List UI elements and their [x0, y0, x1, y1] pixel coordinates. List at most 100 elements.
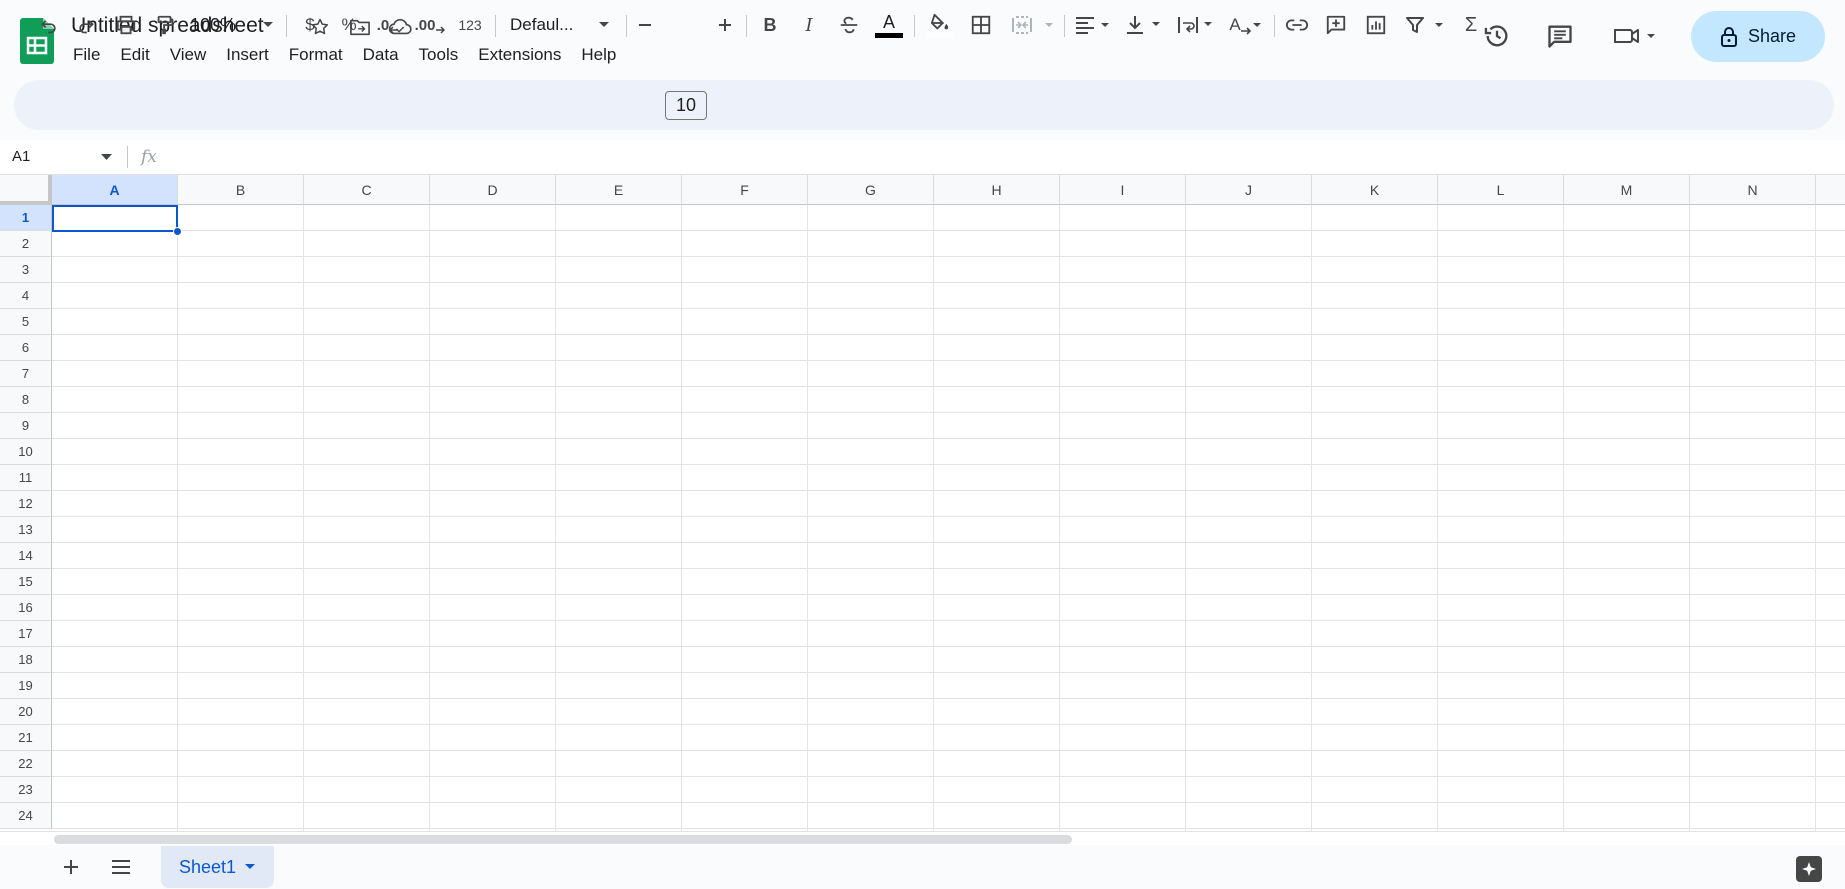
- row-header-9[interactable]: 9: [0, 413, 52, 439]
- sheet-tab-sheet1[interactable]: Sheet1: [161, 846, 274, 888]
- text-wrapping-icon[interactable]: [1176, 9, 1216, 41]
- select-all-corner[interactable]: [0, 175, 52, 205]
- all-sheets-icon[interactable]: [109, 855, 133, 879]
- row-header-19[interactable]: 19: [0, 673, 52, 699]
- column-header-d[interactable]: D: [430, 175, 556, 205]
- redo-icon[interactable]: [73, 9, 99, 41]
- row-header-8[interactable]: 8: [0, 387, 52, 413]
- add-sheet-icon[interactable]: [59, 855, 83, 879]
- merge-cells-icon[interactable]: [1009, 9, 1057, 41]
- horizontal-align-icon[interactable]: [1073, 9, 1113, 41]
- font-select[interactable]: Defaul...: [510, 9, 610, 41]
- column-header-g[interactable]: G: [808, 175, 934, 205]
- row-header-3[interactable]: 3: [0, 257, 52, 283]
- horizontal-scrollbar[interactable]: [0, 831, 1845, 845]
- scrollbar-thumb[interactable]: [54, 835, 1072, 844]
- comments-icon[interactable]: [1542, 18, 1578, 54]
- row-header-1[interactable]: 1: [0, 205, 52, 231]
- cell-area[interactable]: [52, 205, 1845, 831]
- row-header-12[interactable]: 12: [0, 491, 52, 517]
- strikethrough-icon[interactable]: [836, 9, 862, 41]
- column-header-c[interactable]: C: [304, 175, 430, 205]
- text-rotation-button[interactable]: A: [1226, 9, 1266, 41]
- spreadsheet-grid[interactable]: ABCDEFGHIJKLMN 1 2 3 4 5 6 7 8 9 10 11 12 13 14 15 16 17…: [0, 175, 1845, 831]
- menu-help[interactable]: Help: [571, 43, 626, 67]
- currency-format-button[interactable]: $: [299, 9, 321, 41]
- active-cell[interactable]: [52, 205, 178, 232]
- history-icon[interactable]: [1479, 18, 1515, 54]
- more-formats-button[interactable]: 123: [455, 9, 485, 41]
- decrease-font-size-icon[interactable]: [636, 9, 654, 41]
- vertical-align-icon[interactable]: [1124, 9, 1164, 41]
- row-header-20[interactable]: 20: [0, 699, 52, 725]
- column-header-i[interactable]: I: [1060, 175, 1186, 205]
- increase-decimal-button[interactable]: .00: [413, 9, 447, 41]
- row-header-5[interactable]: 5: [0, 309, 52, 335]
- zoom-select[interactable]: 100%: [190, 9, 274, 41]
- row-header-24[interactable]: 24: [0, 803, 52, 829]
- bold-button[interactable]: B: [758, 9, 782, 41]
- column-header-j[interactable]: J: [1186, 175, 1312, 205]
- column-header-h[interactable]: H: [934, 175, 1060, 205]
- decrease-decimal-button[interactable]: .0: [373, 9, 403, 41]
- font-size-input[interactable]: 10: [665, 91, 707, 120]
- fill-color-icon[interactable]: [926, 9, 954, 41]
- row-header-16[interactable]: 16: [0, 595, 52, 621]
- column-header-b[interactable]: B: [178, 175, 304, 205]
- row-header-13[interactable]: 13: [0, 517, 52, 543]
- column-header-e[interactable]: E: [556, 175, 682, 205]
- menu-tools[interactable]: Tools: [409, 43, 469, 67]
- row-header-21[interactable]: 21: [0, 725, 52, 751]
- fill-handle[interactable]: [173, 227, 182, 236]
- row-header-4[interactable]: 4: [0, 283, 52, 309]
- print-icon[interactable]: [113, 9, 139, 41]
- row-header-15[interactable]: 15: [0, 569, 52, 595]
- name-box[interactable]: A1: [12, 148, 30, 165]
- increase-font-size-icon[interactable]: [716, 9, 734, 41]
- column-header-k[interactable]: K: [1312, 175, 1438, 205]
- column-header-l[interactable]: L: [1438, 175, 1564, 205]
- chevron-down-icon[interactable]: [244, 863, 256, 871]
- row-header-10[interactable]: 10: [0, 439, 52, 465]
- column-header-m[interactable]: M: [1564, 175, 1690, 205]
- row-header-18[interactable]: 18: [0, 647, 52, 673]
- functions-button[interactable]: Σ: [1459, 9, 1483, 41]
- row-header-2[interactable]: 2: [0, 231, 52, 257]
- meet-icon[interactable]: [1610, 18, 1658, 54]
- row-header-23[interactable]: 23: [0, 777, 52, 803]
- menu-format[interactable]: Format: [279, 43, 353, 67]
- menu-view[interactable]: View: [160, 43, 217, 67]
- row-header-6[interactable]: 6: [0, 335, 52, 361]
- menu-file[interactable]: File: [63, 43, 110, 67]
- column-gridline: [1563, 205, 1564, 831]
- menu-data[interactable]: Data: [353, 43, 409, 67]
- column-header-a[interactable]: A: [52, 175, 178, 205]
- insert-comment-icon[interactable]: [1323, 9, 1349, 41]
- percent-format-button[interactable]: %: [337, 9, 361, 41]
- text-color-button[interactable]: A: [874, 9, 904, 41]
- explore-icon[interactable]: [1796, 856, 1822, 882]
- column-header-f[interactable]: F: [682, 175, 808, 205]
- column-header-partial[interactable]: [1816, 175, 1845, 205]
- insert-chart-icon[interactable]: [1363, 9, 1389, 41]
- row-header-11[interactable]: 11: [0, 465, 52, 491]
- menu-insert[interactable]: Insert: [216, 43, 279, 67]
- insert-link-icon[interactable]: [1284, 9, 1310, 41]
- menu-extensions[interactable]: Extensions: [468, 43, 571, 67]
- rotate-arrow-icon: [1240, 23, 1261, 35]
- row-header-7[interactable]: 7: [0, 361, 52, 387]
- paint-format-icon[interactable]: [152, 9, 178, 41]
- menu-edit[interactable]: Edit: [110, 43, 159, 67]
- column-header-n[interactable]: N: [1690, 175, 1816, 205]
- undo-icon[interactable]: [36, 9, 62, 41]
- column-gridline: [1185, 205, 1186, 831]
- row-header-22[interactable]: 22: [0, 751, 52, 777]
- row-header-14[interactable]: 14: [0, 543, 52, 569]
- text-color-letter: A: [882, 11, 895, 32]
- chevron-down-icon[interactable]: [101, 154, 112, 161]
- share-button[interactable]: Share: [1691, 11, 1825, 62]
- italic-button[interactable]: I: [797, 9, 821, 41]
- borders-icon[interactable]: [967, 9, 995, 41]
- filter-icon[interactable]: [1404, 9, 1448, 41]
- row-header-17[interactable]: 17: [0, 621, 52, 647]
